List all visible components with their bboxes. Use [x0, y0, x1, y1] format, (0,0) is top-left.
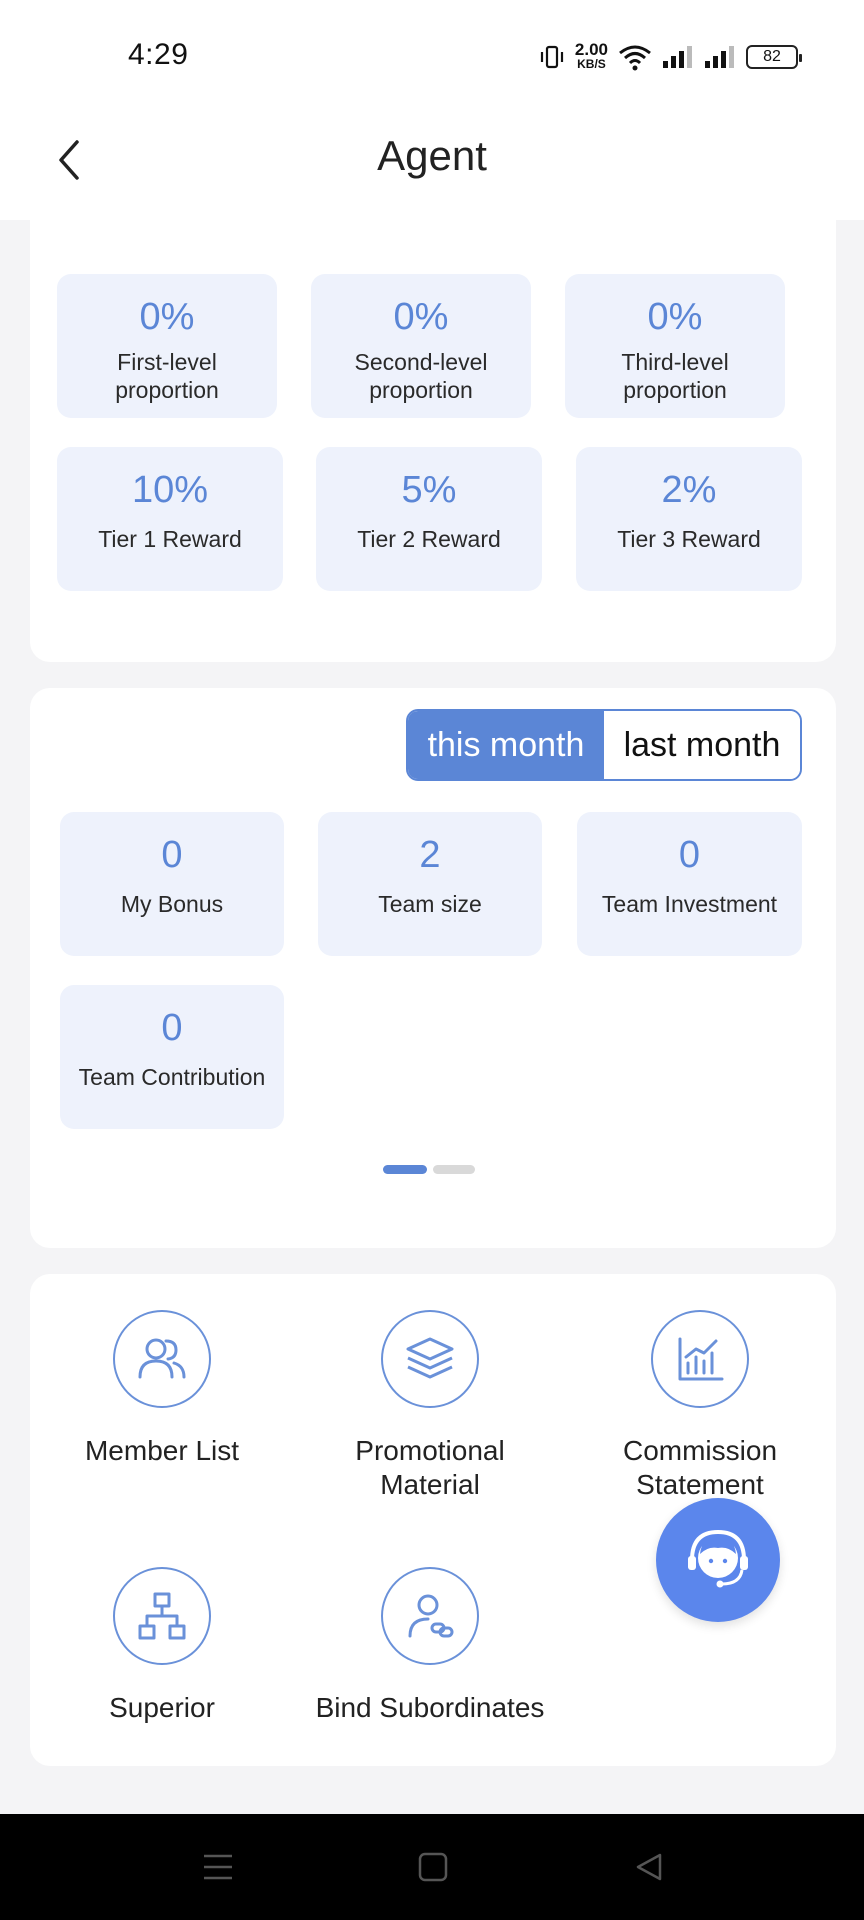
stat-value: 0 [161, 834, 183, 876]
stat-value: 2 [419, 834, 441, 876]
network-speed-unit: KB/S [577, 57, 606, 71]
reward-value: 10% [131, 469, 209, 511]
superior-button[interactable]: Superior [32, 1567, 292, 1725]
signal-icon [663, 46, 692, 68]
network-speed: 2.00 KB/S [574, 40, 608, 71]
network-speed-value: 2.00 [574, 40, 608, 59]
back-nav-button[interactable] [624, 1842, 674, 1892]
hierarchy-icon [113, 1567, 211, 1665]
recent-apps-button[interactable] [193, 1842, 243, 1892]
app-header: Agent [0, 110, 864, 220]
stat-label: Team Contribution [78, 1064, 266, 1090]
this-month-tab[interactable]: this month [408, 711, 604, 779]
status-time: 4:29 [128, 38, 189, 71]
tier-3-reward-tile: 2% Tier 3 Reward [576, 447, 802, 591]
menu-label: Member List [84, 1435, 240, 1466]
team-investment-tile: 0 Team Investment [577, 812, 802, 956]
proportion-value: 0% [393, 296, 449, 338]
triangle-back-icon [636, 1853, 662, 1881]
page-indicator [383, 1165, 475, 1174]
status-bar: 4:29 2.00 KB/S 82 [0, 0, 864, 110]
commission-statement-button[interactable]: Commission Statement [570, 1310, 830, 1502]
period-toggle: this month last month [406, 709, 802, 781]
proportion-label: First-level proportion [115, 349, 219, 403]
second-level-proportion-tile: 0% Second-level proportion [311, 274, 531, 418]
my-bonus-tile: 0 My Bonus [60, 812, 284, 956]
reward-value: 5% [401, 469, 457, 511]
proportion-label: Third-level proportion [621, 349, 729, 403]
reward-label: Tier 3 Reward [617, 526, 761, 552]
reward-label: Tier 2 Reward [357, 526, 501, 552]
team-size-tile: 2 Team size [318, 812, 542, 956]
wifi-icon [619, 45, 651, 71]
headset-icon [688, 1529, 748, 1588]
bind-subordinates-button[interactable]: Bind Subordinates [300, 1567, 560, 1725]
square-icon [418, 1852, 448, 1882]
users-icon [113, 1310, 211, 1408]
page-title: Agent [377, 132, 487, 179]
page-dot[interactable] [433, 1165, 475, 1174]
battery-level: 82 [763, 48, 781, 65]
tier-2-reward-tile: 5% Tier 2 Reward [316, 447, 542, 591]
menu-label: Promotional Material [355, 1435, 505, 1500]
signal-icon-secondary [705, 46, 734, 68]
status-icons: 2.00 KB/S 82 [539, 40, 802, 74]
third-level-proportion-tile: 0% Third-level proportion [565, 274, 785, 418]
user-link-icon [381, 1567, 479, 1665]
reward-value: 2% [661, 469, 717, 511]
proportion-value: 0% [647, 296, 703, 338]
stat-label: Team size [378, 891, 482, 917]
stat-value: 0 [678, 834, 701, 876]
page-dot-active[interactable] [383, 1165, 427, 1174]
last-month-tab[interactable]: last month [604, 711, 800, 779]
reward-label: Tier 1 Reward [98, 526, 242, 552]
promotional-material-button[interactable]: Promotional Material [300, 1310, 560, 1502]
vibrate-icon [540, 45, 564, 69]
proportion-value: 0% [139, 296, 195, 338]
stat-label: My Bonus [120, 891, 224, 917]
battery-icon: 82 [746, 45, 802, 69]
member-list-button[interactable]: Member List [32, 1310, 292, 1468]
layers-icon [381, 1310, 479, 1408]
menu-label: Superior [109, 1692, 215, 1723]
proportion-label: Second-level proportion [354, 349, 488, 403]
stat-value: 0 [161, 1007, 183, 1049]
system-nav-bar [0, 1814, 864, 1920]
home-button[interactable] [408, 1842, 458, 1892]
menu-label: Commission Statement [622, 1435, 778, 1500]
bar-chart-icon [651, 1310, 749, 1408]
tier-1-reward-tile: 10% Tier 1 Reward [57, 447, 283, 591]
first-level-proportion-tile: 0% First-level proportion [57, 274, 277, 418]
menu-label: Bind Subordinates [315, 1692, 545, 1723]
menu-icon [204, 1854, 232, 1880]
customer-service-button[interactable] [656, 1498, 780, 1622]
team-contribution-tile: 0 Team Contribution [60, 985, 284, 1129]
stat-label: Team Investment [601, 891, 778, 917]
